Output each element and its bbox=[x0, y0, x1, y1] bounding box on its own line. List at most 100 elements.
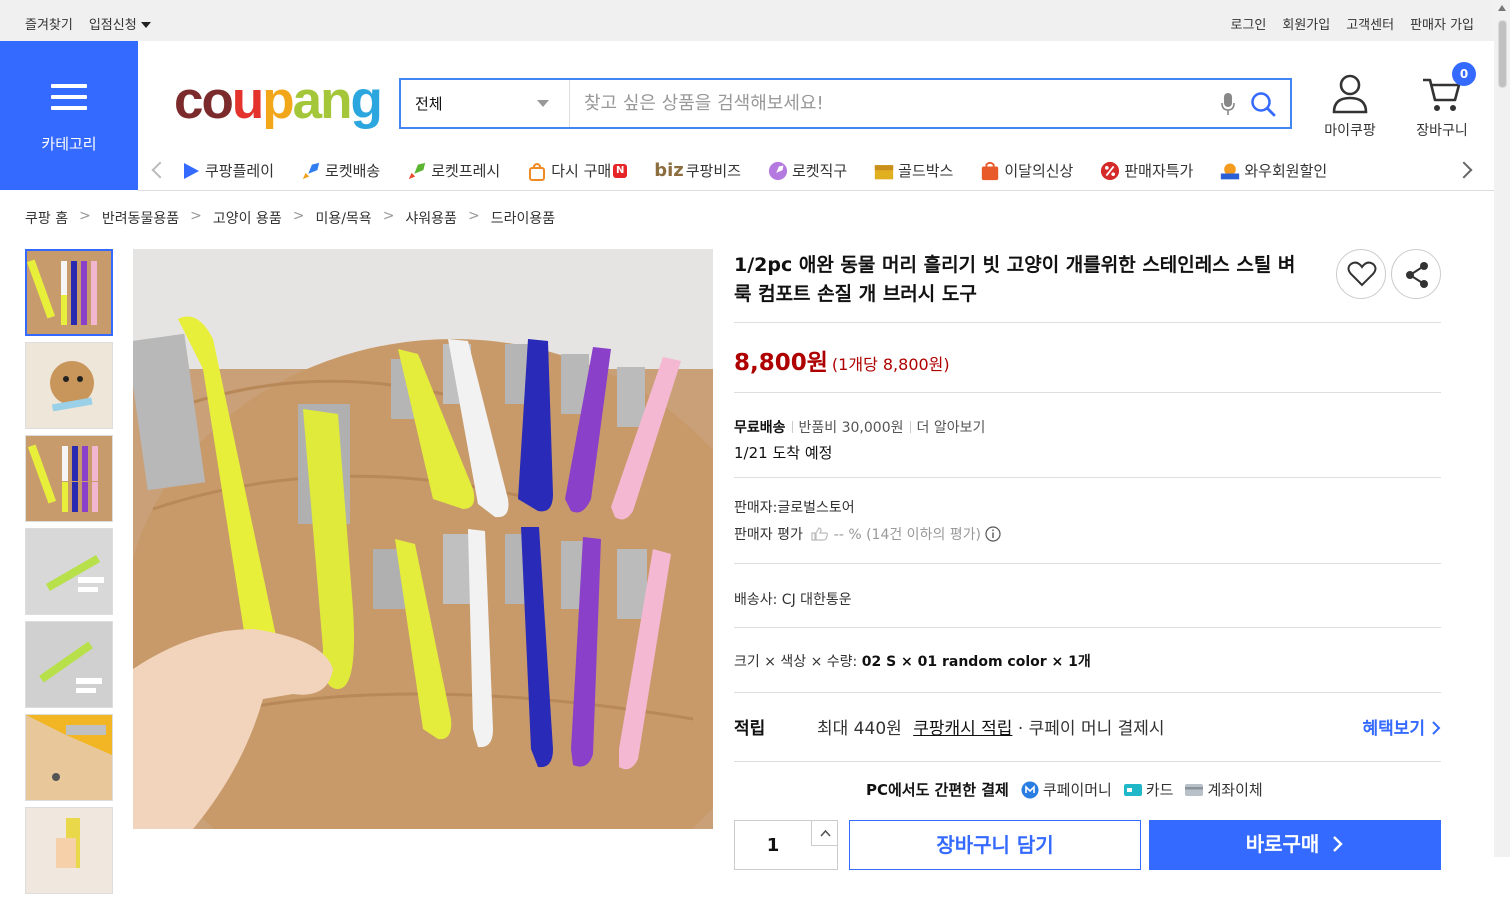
rocket-fresh-icon bbox=[409, 162, 426, 179]
section-divider bbox=[734, 761, 1441, 762]
section-divider bbox=[734, 692, 1441, 693]
signup-link[interactable]: 회원가입 bbox=[1282, 14, 1330, 33]
scroll-thumb[interactable] bbox=[1498, 20, 1507, 88]
nav-item-rebuy[interactable]: 다시 구매 N bbox=[527, 160, 628, 181]
search-input[interactable] bbox=[571, 80, 1191, 127]
nav-item-rocket-global[interactable]: 로켓직구 bbox=[768, 160, 847, 181]
breadcrumb-item[interactable]: 샤워용품 bbox=[405, 208, 457, 228]
rating-note: (14건 이하의 평가) bbox=[866, 527, 981, 543]
thumbnail-1[interactable] bbox=[25, 249, 113, 336]
customer-center-link[interactable]: 고객센터 bbox=[1346, 14, 1394, 33]
breadcrumb-item[interactable]: 고양이 용품 bbox=[213, 208, 282, 228]
login-link[interactable]: 로그인 bbox=[1230, 14, 1266, 33]
share-button[interactable] bbox=[1391, 249, 1441, 299]
nav-label: 다시 구매 bbox=[551, 162, 612, 180]
payment-method: 계좌이체 bbox=[1207, 781, 1263, 799]
nav-item-rocket-fresh[interactable]: 로켓프레시 bbox=[407, 160, 500, 181]
seller-signup-link[interactable]: 판매자 가입 bbox=[1410, 14, 1474, 33]
play-icon bbox=[184, 162, 199, 179]
nav-label: 로켓직구 bbox=[791, 162, 848, 180]
seller-name[interactable]: 판매자:글로벌스토어 bbox=[734, 497, 855, 517]
chevron-right-icon bbox=[1432, 721, 1441, 735]
coupay-money-icon bbox=[1021, 781, 1039, 798]
scroll-up-arrow-icon[interactable] bbox=[1498, 5, 1506, 11]
breadcrumb-item[interactable]: 드라이용품 bbox=[491, 208, 555, 228]
payment-method: 카드 bbox=[1145, 781, 1174, 799]
coupang-logo[interactable]: coupang bbox=[174, 71, 383, 131]
section-divider bbox=[734, 477, 1441, 478]
nav-label: 쿠팡비즈 bbox=[685, 162, 741, 180]
thumbnail-list bbox=[25, 249, 113, 900]
nav-prev-arrow-icon[interactable] bbox=[151, 161, 169, 179]
arrival-date: 1/21 도착 예정 bbox=[734, 444, 833, 462]
wow-icon bbox=[1221, 163, 1240, 179]
view-benefits-link[interactable]: 혜택보기 bbox=[1363, 714, 1441, 739]
chevron-up-icon bbox=[820, 829, 831, 837]
header-divider bbox=[138, 190, 1494, 191]
buy-now-button[interactable]: 바로구매 bbox=[1149, 820, 1441, 870]
category-label: 카테고리 bbox=[41, 135, 97, 153]
page-scrollbar[interactable] bbox=[1494, 0, 1510, 857]
category-menu-button[interactable]: 카테고리 bbox=[0, 41, 138, 190]
user-icon bbox=[1332, 74, 1368, 114]
section-divider bbox=[734, 322, 1441, 323]
search-icon[interactable] bbox=[1250, 91, 1276, 117]
bank-transfer-icon bbox=[1185, 783, 1204, 796]
my-coupang-button[interactable]: 마이쿠팡 bbox=[1315, 72, 1385, 140]
product-main-image[interactable] bbox=[133, 249, 713, 829]
free-shipping-label: 무료배송 bbox=[734, 420, 786, 436]
seller-rating: 판매자 평가 -- % (14건 이하의 평가) bbox=[734, 524, 1002, 544]
learn-more-link[interactable]: 더 알아보기 bbox=[917, 420, 986, 436]
payment-title: PC에서도 간편한 결제 bbox=[866, 781, 1009, 799]
new-bag-icon bbox=[982, 161, 999, 180]
nav-item-new-arrivals[interactable]: 이달의신상 bbox=[980, 160, 1073, 181]
info-icon[interactable] bbox=[985, 526, 1002, 542]
nav-item-coupang-biz[interactable]: biz 쿠팡비즈 bbox=[654, 160, 741, 181]
rocket-global-icon bbox=[768, 161, 788, 180]
wishlist-button[interactable] bbox=[1336, 249, 1386, 299]
quantity-value[interactable]: 1 bbox=[735, 835, 811, 856]
partner-apply-link[interactable]: 입점신청 bbox=[89, 14, 151, 33]
breadcrumb-item[interactable]: 미용/목욕 bbox=[315, 208, 371, 228]
coupang-cash-link[interactable]: 쿠팡캐시 적립 bbox=[913, 719, 1012, 739]
add-to-cart-button[interactable]: 장바구니 담기 bbox=[849, 820, 1141, 870]
return-fee: 반품비 30,000원 bbox=[798, 420, 904, 436]
nav-item-coupang-play[interactable]: 쿠팡플레이 bbox=[181, 160, 274, 181]
reward-title: 적립 bbox=[734, 719, 766, 739]
top-bar: 즐겨찾기 입점신청 로그인 회원가입 고객센터 판매자 가입 bbox=[0, 0, 1494, 41]
nav-item-wow-discount[interactable]: 와우회원할인 bbox=[1220, 160, 1327, 181]
nav-item-goldbox[interactable]: 골드박스 bbox=[874, 160, 953, 181]
breadcrumb-item[interactable]: 반려동물용품 bbox=[102, 208, 179, 228]
carrier-info: 배송사: CJ 대한통운 bbox=[734, 592, 852, 608]
chevron-right-icon bbox=[1333, 836, 1343, 852]
heart-icon bbox=[1347, 261, 1377, 287]
rating-label: 판매자 평가 bbox=[734, 527, 803, 543]
thumbnail-4[interactable] bbox=[25, 528, 113, 615]
selected-option[interactable]: 크기 × 색상 × 수량: 02 S × 01 random color × 1… bbox=[734, 651, 1091, 671]
thumbnail-2[interactable] bbox=[25, 342, 113, 429]
thumbnail-5[interactable] bbox=[25, 621, 113, 708]
rocket-icon bbox=[302, 162, 320, 179]
share-icon bbox=[1406, 262, 1428, 288]
thumbnail-6[interactable] bbox=[25, 714, 113, 801]
search-scope-select[interactable]: 전체 bbox=[401, 80, 570, 127]
quantity-increase-button[interactable] bbox=[811, 821, 838, 846]
nav-label: 판매자특가 bbox=[1124, 162, 1194, 180]
search-scope-value: 전체 bbox=[415, 95, 443, 113]
thumbs-up-icon bbox=[811, 527, 829, 541]
quantity-stepper[interactable]: 1 bbox=[734, 820, 838, 870]
nav-label: 골드박스 bbox=[898, 162, 954, 180]
nav-item-seller-deals[interactable]: 판매자특가 bbox=[1100, 160, 1193, 181]
sale-price: 8,800원 bbox=[734, 350, 828, 376]
breadcrumb-item[interactable]: 쿠팡 홈 bbox=[25, 208, 68, 228]
section-divider bbox=[734, 563, 1441, 564]
thumbnail-3[interactable] bbox=[25, 435, 113, 522]
nav-item-rocket-delivery[interactable]: 로켓배송 bbox=[301, 160, 380, 181]
thumbnail-7[interactable] bbox=[25, 807, 113, 894]
nav-label: 로켓프레시 bbox=[431, 162, 501, 180]
bookmark-link[interactable]: 즐겨찾기 bbox=[25, 14, 73, 33]
cart-count-badge: 0 bbox=[1452, 62, 1476, 86]
nav-next-arrow-icon[interactable] bbox=[1455, 161, 1473, 179]
nav-label: 와우회원할인 bbox=[1244, 162, 1328, 180]
microphone-icon[interactable] bbox=[1221, 92, 1235, 116]
